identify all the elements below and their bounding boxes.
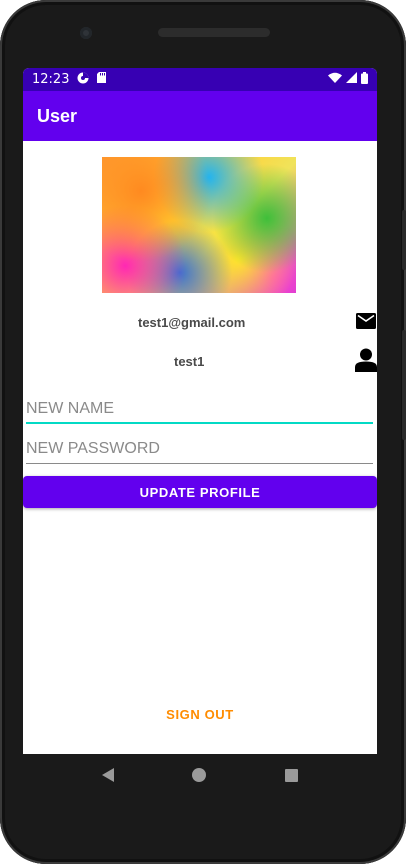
home-icon[interactable] <box>192 768 207 782</box>
volume-button <box>402 210 406 270</box>
new-name-input[interactable] <box>26 390 373 424</box>
sd-card-icon <box>97 72 107 87</box>
recents-icon[interactable] <box>284 768 298 782</box>
person-icon <box>355 348 377 376</box>
navigation-bar <box>23 754 377 796</box>
new-name-underline <box>26 422 373 424</box>
status-time: 12:23 <box>32 72 70 87</box>
update-profile-button[interactable]: UPDATE PROFILE <box>23 476 377 508</box>
new-password-underline <box>26 463 373 464</box>
wifi-icon <box>328 72 342 87</box>
new-password-input[interactable] <box>26 430 373 464</box>
back-icon[interactable] <box>102 768 115 782</box>
mail-icon <box>356 313 376 333</box>
app-bar: User <box>23 91 377 141</box>
front-camera <box>80 27 92 39</box>
app-notification-icon <box>77 72 89 88</box>
user-email: test1@gmail.com <box>138 315 246 330</box>
profile-image <box>102 157 296 293</box>
battery-icon <box>361 71 368 88</box>
earpiece-speaker <box>158 28 270 37</box>
app-screen: 12:23 User test1@gmail.com test1 NEW NAM… <box>23 68 377 754</box>
new-password-field[interactable] <box>26 430 373 464</box>
cellular-signal-icon <box>346 72 357 87</box>
new-name-field[interactable] <box>26 390 373 424</box>
phone-frame: 12:23 User test1@gmail.com test1 NEW NAM… <box>0 0 406 864</box>
user-name: test1 <box>174 354 205 369</box>
sign-out-button[interactable]: SIGN OUT <box>150 702 250 726</box>
page-title: User <box>37 105 78 126</box>
status-bar: 12:23 <box>23 68 377 91</box>
power-button <box>402 330 406 440</box>
